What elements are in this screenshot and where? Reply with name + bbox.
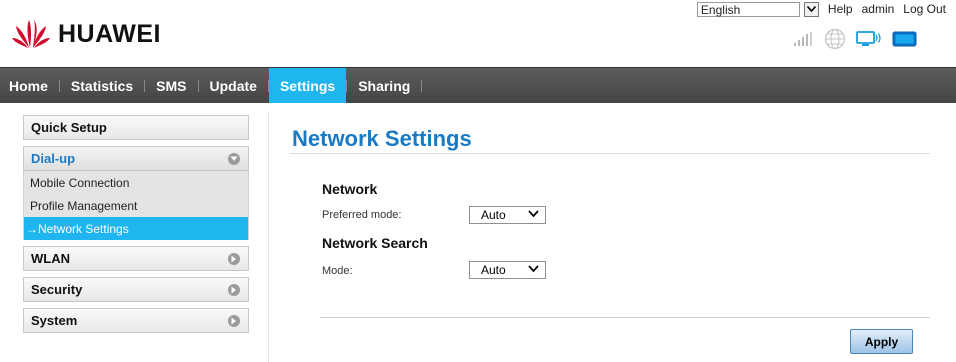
preferred-mode-select[interactable]: Auto <box>469 206 546 224</box>
sidebar-item-system[interactable]: System <box>23 308 249 333</box>
content-divider <box>268 111 269 362</box>
page-title: Network Settings <box>292 126 472 151</box>
signal-strength-icon <box>794 32 814 46</box>
nav-statistics[interactable]: Statistics <box>60 68 144 103</box>
network-search-heading: Network Search <box>322 235 428 251</box>
sidebar-item-label: WLAN <box>31 251 70 266</box>
settings-sidebar: Quick Setup Dial-up Mobile Connection Pr… <box>23 115 249 339</box>
chevron-right-icon <box>228 284 240 296</box>
chevron-down-icon <box>528 265 539 273</box>
sidebar-item-label: Quick Setup <box>31 120 107 135</box>
main-nav: Home Statistics SMS Update Settings Shar… <box>0 67 956 103</box>
nav-separator <box>421 79 423 92</box>
search-mode-label: Mode: <box>322 265 353 277</box>
nav-home[interactable]: Home <box>0 68 59 103</box>
search-mode-select[interactable]: Auto <box>469 261 546 279</box>
status-icons <box>784 27 918 51</box>
sidebar-item-security[interactable]: Security <box>23 277 249 302</box>
battery-icon <box>892 31 918 47</box>
chevron-right-icon <box>228 315 240 327</box>
sidebar-item-wlan[interactable]: WLAN <box>23 246 249 271</box>
sidebar-item-label: Security <box>31 282 83 297</box>
sidebar-item-profile-management[interactable]: Profile Management <box>23 194 249 217</box>
top-links: English Help admin Log Out <box>696 1 946 17</box>
preferred-mode-label: Preferred mode: <box>322 209 402 221</box>
language-select[interactable]: English <box>696 1 800 17</box>
header: HUAWEI English Help admin Log Out <box>0 0 956 67</box>
sidebar-group-dialup: Dial-up Mobile Connection Profile Manage… <box>23 146 249 240</box>
nav-sharing[interactable]: Sharing <box>347 68 421 103</box>
sidebar-item-mobile-connection[interactable]: Mobile Connection <box>23 171 249 194</box>
globe-icon <box>824 28 846 50</box>
nav-sms[interactable]: SMS <box>145 68 197 103</box>
network-heading: Network <box>322 181 378 197</box>
help-link[interactable]: Help <box>828 2 853 16</box>
huawei-flower-icon <box>12 20 50 48</box>
sidebar-item-label: System <box>31 313 78 328</box>
search-mode-value: Auto <box>481 263 506 277</box>
huawei-logo[interactable]: HUAWEI <box>12 16 161 52</box>
form-divider <box>320 317 930 318</box>
apply-button[interactable]: Apply <box>850 329 913 354</box>
sidebar-item-network-settings[interactable]: →Network Settings <box>23 217 249 240</box>
chevron-right-icon <box>228 253 240 265</box>
user-link[interactable]: admin <box>862 2 895 16</box>
sidebar-item-quick-setup[interactable]: Quick Setup <box>23 115 249 140</box>
chevron-down-icon <box>228 153 240 165</box>
sidebar-item-dialup[interactable]: Dial-up <box>23 146 249 171</box>
title-divider <box>290 153 930 154</box>
chevron-down-icon <box>528 210 539 218</box>
wifi-monitor-icon <box>856 30 882 48</box>
preferred-mode-value: Auto <box>481 208 506 222</box>
brand-name: HUAWEI <box>58 19 161 48</box>
logout-link[interactable]: Log Out <box>903 2 946 16</box>
nav-settings[interactable]: Settings <box>268 68 347 103</box>
language-dropdown-arrow[interactable] <box>803 1 819 17</box>
sidebar-item-label: Dial-up <box>31 151 76 166</box>
nav-update[interactable]: Update <box>199 68 268 103</box>
chevron-down-icon <box>806 6 816 12</box>
